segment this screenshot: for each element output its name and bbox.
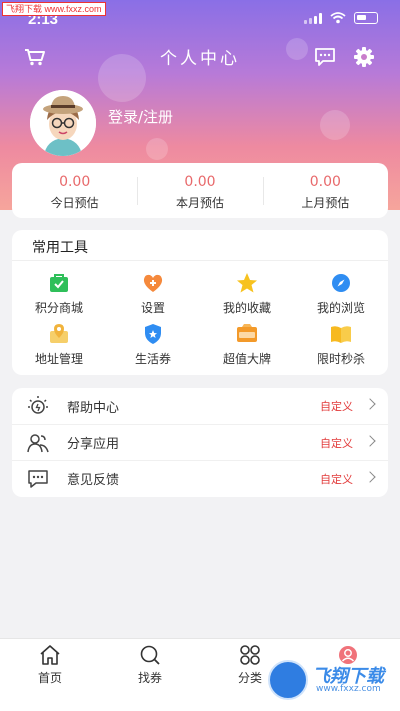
points-mall-icon bbox=[50, 274, 68, 292]
tool-label: 超值大牌 bbox=[222, 352, 271, 366]
stat-today[interactable]: 0.00 今日预估 bbox=[12, 163, 137, 218]
wifi-icon bbox=[330, 12, 346, 24]
tool-life-coupon[interactable]: 生活券 bbox=[106, 322, 200, 373]
page-title: 个人中心 bbox=[160, 49, 240, 69]
chevron-right-icon bbox=[364, 471, 376, 483]
chevron-right-icon bbox=[364, 435, 376, 447]
tool-label: 生活券 bbox=[134, 352, 171, 366]
tool-label: 设置 bbox=[140, 301, 165, 315]
settings-icon bbox=[143, 274, 163, 292]
tab-find-coupons[interactable]: 找券 bbox=[120, 644, 180, 686]
tool-value-brands[interactable]: 超值大牌 bbox=[200, 322, 294, 373]
menu-item-value: 自定义 bbox=[320, 436, 353, 450]
stat-value: 0.00 bbox=[59, 174, 91, 190]
home-icon bbox=[40, 645, 60, 665]
site-logo-badge bbox=[268, 660, 308, 700]
stat-label: 今日预估 bbox=[50, 196, 99, 210]
favorites-star-icon bbox=[237, 273, 257, 293]
menu-item-share-app[interactable]: 分享应用 自定义 bbox=[12, 424, 388, 460]
flash-sale-book-icon bbox=[331, 326, 351, 343]
brand-sale-icon bbox=[237, 324, 257, 342]
tool-flash-sale[interactable]: 限时秒杀 bbox=[294, 322, 388, 373]
avatar[interactable] bbox=[30, 90, 96, 156]
menu-item-value: 自定义 bbox=[320, 400, 353, 413]
tool-browse-history[interactable]: 我的浏览 bbox=[294, 271, 388, 322]
feedback-chat-icon bbox=[28, 469, 48, 488]
chevron-right-icon bbox=[364, 398, 376, 410]
menu-item-label: 意见反馈 bbox=[67, 473, 120, 488]
stat-value: 0.00 bbox=[309, 174, 341, 190]
menu-item-value: 自定义 bbox=[320, 472, 353, 486]
battery-icon bbox=[354, 12, 378, 24]
tab-label: 首页 bbox=[37, 671, 62, 685]
tools-card: 常用工具 积分商城 设置 我的收藏 我的浏览 地址管理 生活券 超值大牌 限时秒… bbox=[12, 230, 388, 375]
tool-favorites[interactable]: 我的收藏 bbox=[200, 271, 294, 322]
stat-label: 上月预估 bbox=[301, 196, 350, 210]
earnings-summary-card: 0.00 今日预估 0.00 本月预估 0.00 上月预估 bbox=[12, 163, 388, 218]
share-users-icon bbox=[27, 433, 49, 452]
menu-item-label: 帮助中心 bbox=[67, 400, 120, 416]
stat-this-month[interactable]: 0.00 本月预估 bbox=[137, 163, 262, 218]
coupon-shield-icon bbox=[145, 324, 161, 344]
tool-label: 限时秒杀 bbox=[316, 352, 365, 366]
stat-label: 本月预估 bbox=[175, 196, 224, 210]
tab-label: 找券 bbox=[137, 671, 162, 685]
tool-label: 积分商城 bbox=[34, 301, 83, 315]
tool-label: 我的收藏 bbox=[222, 301, 271, 315]
menu-list: 帮助中心 自定义 分享应用 自定义 意见反馈 自定义 bbox=[12, 388, 388, 497]
signal-icon bbox=[304, 12, 322, 24]
category-icon bbox=[240, 645, 260, 665]
tool-label: 我的浏览 bbox=[316, 301, 365, 315]
status-icons bbox=[304, 12, 378, 24]
site-logo-url: www.fxxz.com bbox=[316, 684, 381, 694]
menu-item-feedback[interactable]: 意见反馈 自定义 bbox=[12, 460, 388, 496]
tool-points-mall[interactable]: 积分商城 bbox=[12, 271, 106, 322]
login-register-link[interactable]: 登录/注册 bbox=[108, 106, 173, 127]
help-bulb-icon bbox=[28, 396, 48, 414]
stat-last-month[interactable]: 0.00 上月预估 bbox=[262, 163, 388, 218]
search-coupon-icon bbox=[140, 645, 160, 665]
stat-value: 0.00 bbox=[184, 174, 216, 190]
tool-settings[interactable]: 设置 bbox=[106, 271, 200, 322]
menu-item-label: 分享应用 bbox=[67, 437, 120, 452]
tab-home[interactable]: 首页 bbox=[20, 644, 80, 686]
tool-label: 地址管理 bbox=[34, 352, 83, 366]
menu-item-help-center[interactable]: 帮助中心 自定义 bbox=[12, 388, 388, 424]
tool-address-management[interactable]: 地址管理 bbox=[12, 322, 106, 373]
tools-title: 常用工具 bbox=[12, 230, 388, 261]
watermark: 飞翔下载 www.fxxz.com bbox=[2, 2, 106, 16]
message-icon[interactable] bbox=[314, 47, 336, 71]
gear-icon[interactable] bbox=[352, 45, 376, 73]
browse-compass-icon bbox=[332, 274, 350, 292]
address-pin-icon bbox=[50, 324, 68, 343]
